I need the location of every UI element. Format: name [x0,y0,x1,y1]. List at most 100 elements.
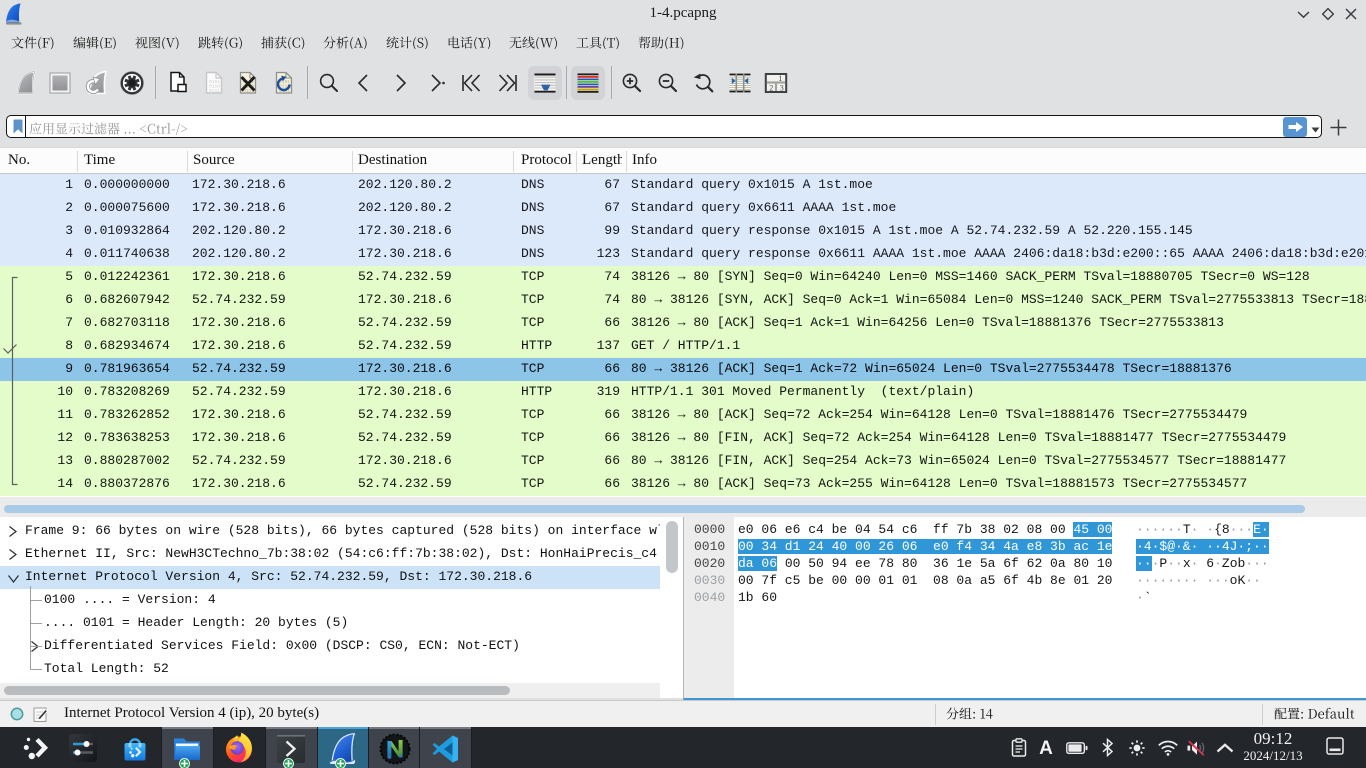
zoom-out-button[interactable] [651,66,685,100]
packet-row-10[interactable]: 100.78320826952.74.232.59172.30.218.6HTT… [0,381,1366,404]
close-file-button[interactable]: 010101100111 [231,66,265,100]
save-file-button[interactable]: 010101100111 [197,66,231,100]
display-filter-input[interactable] [6,115,1322,138]
tray-battery-icon[interactable] [1063,727,1091,768]
column-header-info[interactable]: Info [632,152,657,169]
column-separator[interactable] [352,151,353,172]
start-capture-fin-button[interactable] [9,66,43,100]
filter-dropdown-caret-icon[interactable] [1311,127,1320,133]
colorize-button[interactable] [571,66,605,100]
minimize-button[interactable] [1292,0,1316,28]
hex-row-0010[interactable]: 001000 34 d1 24 40 00 26 06 e0 f4 34 4a … [684,539,1366,556]
packet-row-6[interactable]: 60.68260794252.74.232.59172.30.218.6TCP7… [0,289,1366,312]
column-separator[interactable] [77,151,78,172]
details-vertical-scrollbar[interactable] [666,521,678,573]
packet-row-11[interactable]: 110.783262852172.30.218.652.74.232.59TCP… [0,404,1366,427]
tray-bluetooth-icon[interactable] [1093,727,1121,768]
packet-row-2[interactable]: 20.000075600172.30.218.6202.120.80.2DNS6… [0,197,1366,220]
tray-wifi-icon[interactable] [1154,727,1182,768]
restart-capture-button[interactable] [79,66,113,100]
column-header-time[interactable]: Time [84,152,183,169]
menu-item-help[interactable] [629,31,694,57]
details-hscroll-thumb[interactable] [4,686,510,695]
filter-add-button[interactable] [1330,119,1347,136]
menu-item-wireless[interactable] [500,31,567,57]
packet-row-8[interactable]: 80.682934674172.30.218.652.74.232.59HTTP… [0,335,1366,358]
details-row-1[interactable]: Ethernet II, Src: NewH3CTechno_7b:38:02 … [0,543,660,566]
stop-capture-button[interactable] [43,66,77,100]
menu-item-capture[interactable] [252,31,314,57]
packet-row-3[interactable]: 30.010932864202.120.80.2172.30.218.6DNS9… [0,220,1366,243]
column-header-length[interactable]: Length [582,152,622,169]
tray-volume-muted-icon[interactable] [1183,727,1211,768]
open-file-button[interactable] [161,66,195,100]
menu-item-edit[interactable] [64,31,126,57]
menu-item-go[interactable] [189,31,252,57]
tree-expander-collapsed-icon[interactable] [7,548,18,561]
menu-item-statistics[interactable] [377,31,438,57]
packet-row-12[interactable]: 120.783638253172.30.218.652.74.232.59TCP… [0,427,1366,450]
tree-expander-collapsed-icon[interactable] [7,525,18,538]
column-header-destination[interactable]: Destination [358,152,509,169]
menu-item-tools[interactable] [567,31,629,57]
column-separator[interactable] [576,151,577,172]
next-packet-button[interactable] [383,66,417,100]
show-desktop-button[interactable] [1326,737,1344,755]
taskbar-app-firefox[interactable] [213,727,265,768]
details-horizontal-scrollbar[interactable] [0,683,660,698]
find-packet-button[interactable] [312,66,346,100]
filter-apply-button[interactable] [1283,117,1307,137]
packet-list-header[interactable]: No.TimeSourceDestinationProtocolLengthIn… [0,147,1366,174]
menu-item-view[interactable] [126,31,189,57]
maximize-button[interactable] [1316,0,1340,28]
status-profile[interactable] [1274,706,1355,723]
packet-row-14[interactable]: 140.880372876172.30.218.652.74.232.59TCP… [0,473,1366,496]
column-header-protocol[interactable]: Protocol [521,152,572,169]
taskbar-app-terminal[interactable] [265,727,317,768]
tree-expander-collapsed-icon[interactable] [29,640,40,653]
layout-123-button[interactable]: 123 [759,66,793,100]
tray-input-method-a-icon[interactable]: A [1032,727,1060,768]
column-header-source[interactable]: Source [193,152,348,169]
taskbar-app-file-manager[interactable] [161,727,213,768]
zoom-in-button[interactable] [615,66,649,100]
details-row-6[interactable]: Total Length: 52 [0,658,660,681]
column-separator[interactable] [626,151,627,172]
autoscroll-button[interactable] [528,66,562,100]
resize-columns-button[interactable] [723,66,757,100]
capture-comment-icon[interactable] [33,706,49,723]
details-row-4[interactable]: .... 0101 = Header Length: 20 bytes (5) [0,612,660,635]
details-row-0[interactable]: Frame 9: 66 bytes on wire (528 bits), 66… [0,520,660,543]
packet-row-7[interactable]: 70.682703118172.30.218.652.74.232.59TCP6… [0,312,1366,335]
taskbar-app-launcher[interactable] [8,727,61,768]
packet-row-9[interactable]: 90.78196365452.74.232.59172.30.218.6TCP6… [0,358,1366,381]
goto-packet-button[interactable] [419,66,453,100]
reload-file-button[interactable]: 010101100111 [267,66,301,100]
hex-row-0030[interactable]: 003000 7f c5 be 00 00 01 01 08 0a a5 6f … [684,573,1366,590]
details-row-3[interactable]: 0100 .... = Version: 4 [0,589,660,612]
taskbar-clock[interactable]: 09:12 2024/12/13 [1238,729,1308,764]
packet-row-4[interactable]: 40.011740638202.120.80.2172.30.218.6DNS1… [0,243,1366,266]
previous-packet-button[interactable] [347,66,381,100]
hex-row-0040[interactable]: 00401b 60·` [684,590,1366,607]
zoom-reset-button[interactable] [687,66,721,100]
menu-item-telephony[interactable] [438,31,500,57]
taskbar-app-app-store[interactable] [108,727,161,768]
pane-splitter-handle[interactable] [4,505,1305,513]
packet-row-13[interactable]: 130.88028700252.74.232.59172.30.218.6TCP… [0,450,1366,473]
details-row-2[interactable]: Internet Protocol Version 4, Src: 52.74.… [0,566,660,589]
taskbar-app-neovim[interactable] [369,727,420,768]
packet-row-1[interactable]: 10.000000000172.30.218.6202.120.80.2DNS6… [0,174,1366,197]
hex-row-0020[interactable]: 0020da 06 00 50 94 ee 78 80 36 1e 5a 6f … [684,556,1366,573]
last-packet-button[interactable] [491,66,525,100]
column-separator[interactable] [187,151,188,172]
menu-item-analyze[interactable] [314,31,377,57]
details-row-5[interactable]: Differentiated Services Field: 0x00 (DSC… [0,635,660,658]
hex-row-0000[interactable]: 0000e0 06 e6 c4 be 04 54 c6 ff 7b 38 02 … [684,522,1366,539]
taskbar-app-vscode[interactable] [420,727,471,768]
tray-clipboard-icon[interactable] [1005,727,1033,768]
packet-row-5[interactable]: 50.012242361172.30.218.652.74.232.59TCP7… [0,266,1366,289]
menu-item-file[interactable] [2,31,64,57]
capture-options-gear-button[interactable] [115,66,149,100]
taskbar-app-control-center[interactable] [56,727,109,768]
